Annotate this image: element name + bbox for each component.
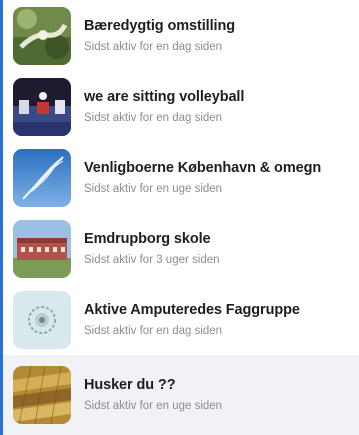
group-name: we are sitting volleyball [84,88,245,105]
group-name: Aktive Amputeredes Faggruppe [84,301,300,318]
group-last-active: Sidst aktiv for en uge siden [84,182,223,195]
group-thumbnail [13,219,71,278]
group-thumbnail [13,6,71,65]
group-last-active: Sidst aktiv for 3 uger siden [84,253,220,266]
group-list-panel: Bæredygtig omstilling Sidst aktiv for en… [0,0,359,435]
group-row[interactable]: Bæredygtig omstilling Sidst aktiv for en… [3,0,359,71]
group-last-active: Sidst aktiv for en dag siden [84,40,223,53]
group-row[interactable]: Emdrupborg skole Sidst aktiv for 3 uger … [3,213,359,284]
group-name: Husker du ?? [84,377,176,393]
group-row[interactable]: we are sitting volleyball Sidst aktiv fo… [3,71,359,142]
group-thumbnail [13,148,71,207]
group-thumbnail [13,366,71,424]
group-row[interactable]: Aktive Amputeredes Faggruppe Sidst aktiv… [3,284,359,355]
group-list: Bæredygtig omstilling Sidst aktiv for en… [3,0,359,435]
group-name: Bæredygtig omstilling [84,17,235,34]
group-row[interactable]: Venligboerne København & omegn Sidst akt… [3,142,359,213]
group-thumbnail [13,290,71,349]
group-row[interactable]: Husker du ?? Sidst aktiv for en uge side… [3,355,359,435]
group-name: Venligboerne København & omegn [84,159,322,176]
group-last-active: Sidst aktiv for en dag siden [84,111,223,124]
group-thumbnail [13,77,71,136]
group-name: Emdrupborg skole [84,230,211,247]
group-last-active: Sidst aktiv for en dag siden [84,324,223,337]
group-last-active: Sidst aktiv for en uge siden [84,400,223,412]
